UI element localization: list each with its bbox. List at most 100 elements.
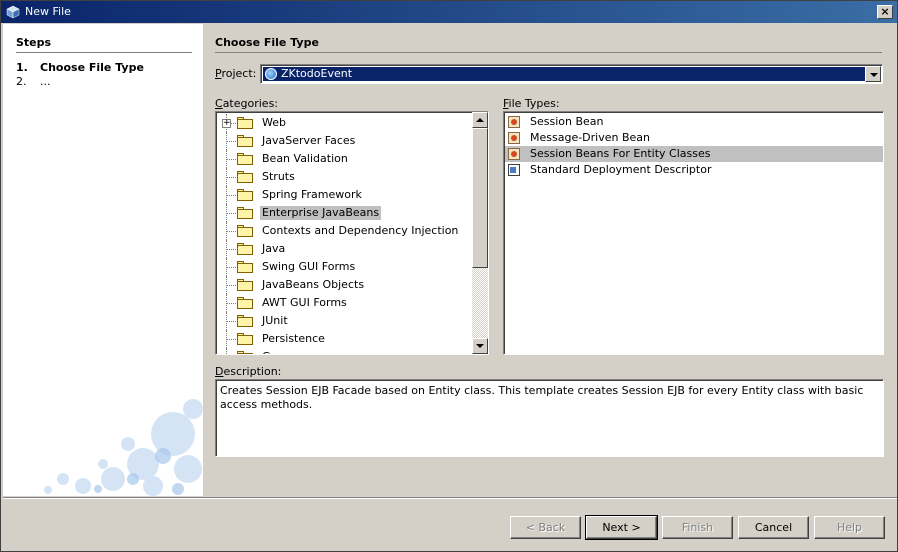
tree-item-label: JUnit: [262, 314, 288, 327]
tree-line: [226, 159, 236, 160]
tree-line: [226, 213, 236, 214]
list-item[interactable]: Session Beans For Entity Classes: [505, 146, 883, 162]
tree-line: [226, 303, 236, 304]
step-label: ...: [40, 75, 51, 88]
scroll-up-button[interactable]: [472, 112, 488, 128]
tree-line: [226, 285, 236, 286]
tree-item[interactable]: G: [216, 348, 471, 354]
tree-item-label: AWT GUI Forms: [262, 296, 347, 309]
netbeans-cube-icon: [6, 5, 20, 19]
categories-label-text: ategories:: [222, 97, 279, 110]
tree-item[interactable]: Persistence: [216, 330, 471, 348]
tree-item[interactable]: + Web: [216, 114, 471, 132]
tree-item-label: JavaBeans Objects: [262, 278, 365, 291]
step-number: 2.: [16, 75, 27, 88]
folder-icon: [237, 171, 253, 183]
list-item-label: Standard Deployment Descriptor: [530, 163, 712, 176]
title-bar[interactable]: New File ×: [1, 1, 897, 23]
step-number: 1.: [16, 61, 28, 74]
folder-icon: [237, 261, 253, 273]
decorative-bubbles: [44, 399, 203, 496]
tree-item[interactable]: JavaBeans Objects: [216, 276, 471, 294]
session-bean-icon: [508, 116, 520, 128]
folder-icon: [237, 351, 253, 354]
list-item-label: Session Bean: [530, 115, 604, 128]
deployment-descriptor-icon: [508, 164, 520, 176]
separator: [3, 497, 897, 499]
tree-item-label: Spring Framework: [262, 188, 362, 201]
tree-item-label: G: [260, 350, 273, 354]
project-label: Project:: [215, 67, 256, 80]
tree-item[interactable]: Java: [216, 240, 471, 258]
entity-session-bean-icon: [508, 148, 520, 160]
message-bean-icon: [508, 132, 520, 144]
tree-item[interactable]: JavaServer Faces: [216, 132, 471, 150]
categories-label: Categories:: [215, 97, 278, 110]
tree-item[interactable]: AWT GUI Forms: [216, 294, 471, 312]
tree-line: [226, 141, 236, 142]
new-file-dialog: New File × Steps 1. Choose File Type 2. …: [0, 0, 898, 552]
tree-line: [226, 249, 236, 250]
tree-item[interactable]: Enterprise JavaBeans: [216, 204, 471, 222]
project-value: ZKtodoEvent: [281, 67, 353, 80]
next-button[interactable]: Next >: [585, 515, 658, 540]
file-types-label-text: ile Types:: [508, 97, 560, 110]
folder-icon: [237, 243, 253, 255]
tree-line: [226, 177, 236, 178]
list-item[interactable]: Session Bean: [505, 114, 883, 130]
step-choose-file-type: 1. Choose File Type: [16, 61, 144, 74]
tree-item[interactable]: Spring Framework: [216, 186, 471, 204]
folder-icon: [237, 207, 253, 219]
description-label-text: escription:: [223, 365, 282, 378]
step-label: Choose File Type: [40, 61, 144, 74]
tree-line: [226, 231, 236, 232]
back-button[interactable]: < Back: [510, 516, 581, 539]
close-button[interactable]: ×: [877, 5, 893, 19]
folder-icon: [237, 153, 253, 165]
tree-item[interactable]: Bean Validation: [216, 150, 471, 168]
project-label-text: roject:: [221, 67, 257, 80]
help-button[interactable]: Help: [814, 516, 885, 539]
steps-panel: Steps 1. Choose File Type 2....: [3, 24, 203, 496]
scroll-thumb[interactable]: [472, 128, 488, 268]
tree-item-label: Contexts and Dependency Injection: [262, 224, 459, 237]
file-types-label: File Types:: [503, 97, 560, 110]
scroll-down-button[interactable]: [472, 338, 488, 354]
tree-line: [226, 267, 236, 268]
description-label: Description:: [215, 365, 281, 378]
folder-icon: [237, 315, 253, 327]
cancel-button[interactable]: Cancel: [738, 516, 809, 539]
folder-icon: [237, 279, 253, 291]
project-selected-value[interactable]: ZKtodoEvent: [263, 67, 865, 81]
tree-item[interactable]: Contexts and Dependency Injection: [216, 222, 471, 240]
tree-item-label: JavaServer Faces: [262, 134, 356, 147]
tree-item[interactable]: Swing GUI Forms: [216, 258, 471, 276]
tree-item-label: Swing GUI Forms: [262, 260, 356, 273]
globe-icon: [265, 68, 277, 80]
categories-scrollbar[interactable]: [472, 112, 488, 354]
tree-item-label: Java: [262, 242, 286, 255]
list-item-label: Message-Driven Bean: [530, 131, 651, 144]
tree-line: [226, 321, 236, 322]
tree-item[interactable]: JUnit: [216, 312, 471, 330]
list-item[interactable]: Standard Deployment Descriptor: [505, 162, 883, 178]
chevron-down-icon[interactable]: [865, 66, 881, 82]
tree-item[interactable]: Struts: [216, 168, 471, 186]
project-select[interactable]: ZKtodoEvent: [260, 64, 883, 84]
tree-item-label: Persistence: [262, 332, 325, 345]
folder-icon: [237, 117, 253, 129]
categories-mnemonic: C: [215, 97, 223, 110]
finish-button[interactable]: Finish: [662, 516, 733, 539]
tree-item-label: Web: [262, 116, 286, 129]
tree-line: [226, 195, 236, 196]
folder-icon: [237, 225, 253, 237]
file-types-list[interactable]: Session Bean Message-Driven Bean Session B…: [503, 111, 884, 355]
step-2: 2....: [16, 75, 51, 88]
list-item[interactable]: Message-Driven Bean: [505, 130, 883, 146]
tree-line: [226, 339, 236, 340]
tree-item-label: Bean Validation: [262, 152, 348, 165]
list-item-label: Session Beans For Entity Classes: [530, 147, 711, 160]
window-title: New File: [25, 5, 71, 18]
categories-tree[interactable]: + Web JavaServer Faces Bean Validation Strut…: [215, 111, 489, 355]
expand-icon[interactable]: +: [222, 119, 231, 128]
